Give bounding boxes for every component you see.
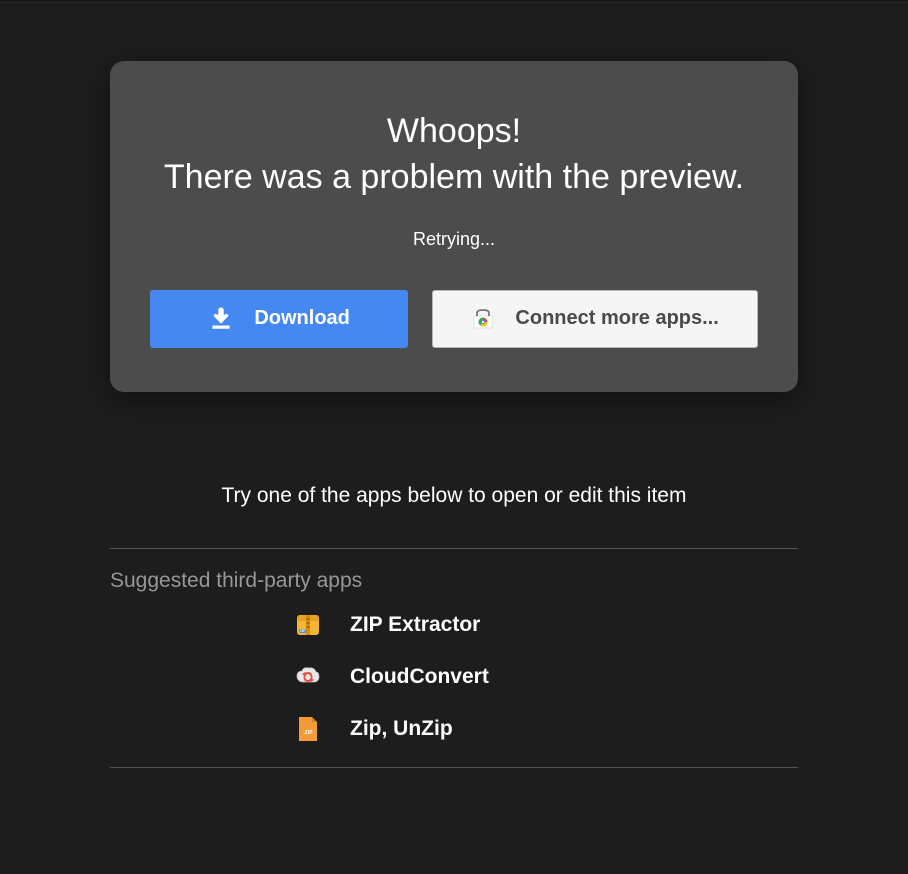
error-status: Retrying... — [150, 229, 758, 250]
chrome-store-icon — [471, 307, 495, 331]
suggestions-section: Try one of the apps below to open or edi… — [110, 484, 798, 768]
app-list: ZIP ZIP Extractor CloudConvert — [110, 611, 798, 767]
error-title: Whoops! There was a problem with the pre… — [150, 109, 758, 201]
app-item-zip-extractor[interactable]: ZIP ZIP Extractor — [294, 611, 614, 639]
app-name: ZIP Extractor — [350, 613, 480, 637]
content-area: Whoops! There was a problem with the pre… — [0, 3, 908, 768]
app-name: Zip, UnZip — [350, 717, 453, 741]
app-name: CloudConvert — [350, 665, 489, 689]
download-icon — [208, 306, 234, 332]
app-item-zip-unzip[interactable]: .ZIP Zip, UnZip — [294, 715, 614, 743]
download-button-label: Download — [254, 307, 350, 330]
suggestions-title: Try one of the apps below to open or edi… — [110, 484, 798, 508]
section-label: Suggested third-party apps — [110, 549, 798, 611]
preview-error-card: Whoops! There was a problem with the pre… — [110, 61, 798, 392]
cloudconvert-icon — [294, 663, 322, 691]
error-title-line1: Whoops! — [387, 112, 521, 150]
svg-text:.ZIP: .ZIP — [303, 730, 313, 736]
app-item-cloudconvert[interactable]: CloudConvert — [294, 663, 614, 691]
divider — [110, 767, 798, 768]
button-row: Download Connect more apps... — [150, 290, 758, 348]
connect-apps-button[interactable]: Connect more apps... — [432, 290, 758, 348]
connect-apps-button-label: Connect more apps... — [515, 307, 718, 330]
svg-text:ZIP: ZIP — [300, 629, 306, 633]
zip-extractor-icon: ZIP — [294, 611, 322, 639]
download-button[interactable]: Download — [150, 290, 408, 348]
error-title-line2: There was a problem with the preview. — [164, 158, 744, 196]
zip-unzip-icon: .ZIP — [294, 715, 322, 743]
